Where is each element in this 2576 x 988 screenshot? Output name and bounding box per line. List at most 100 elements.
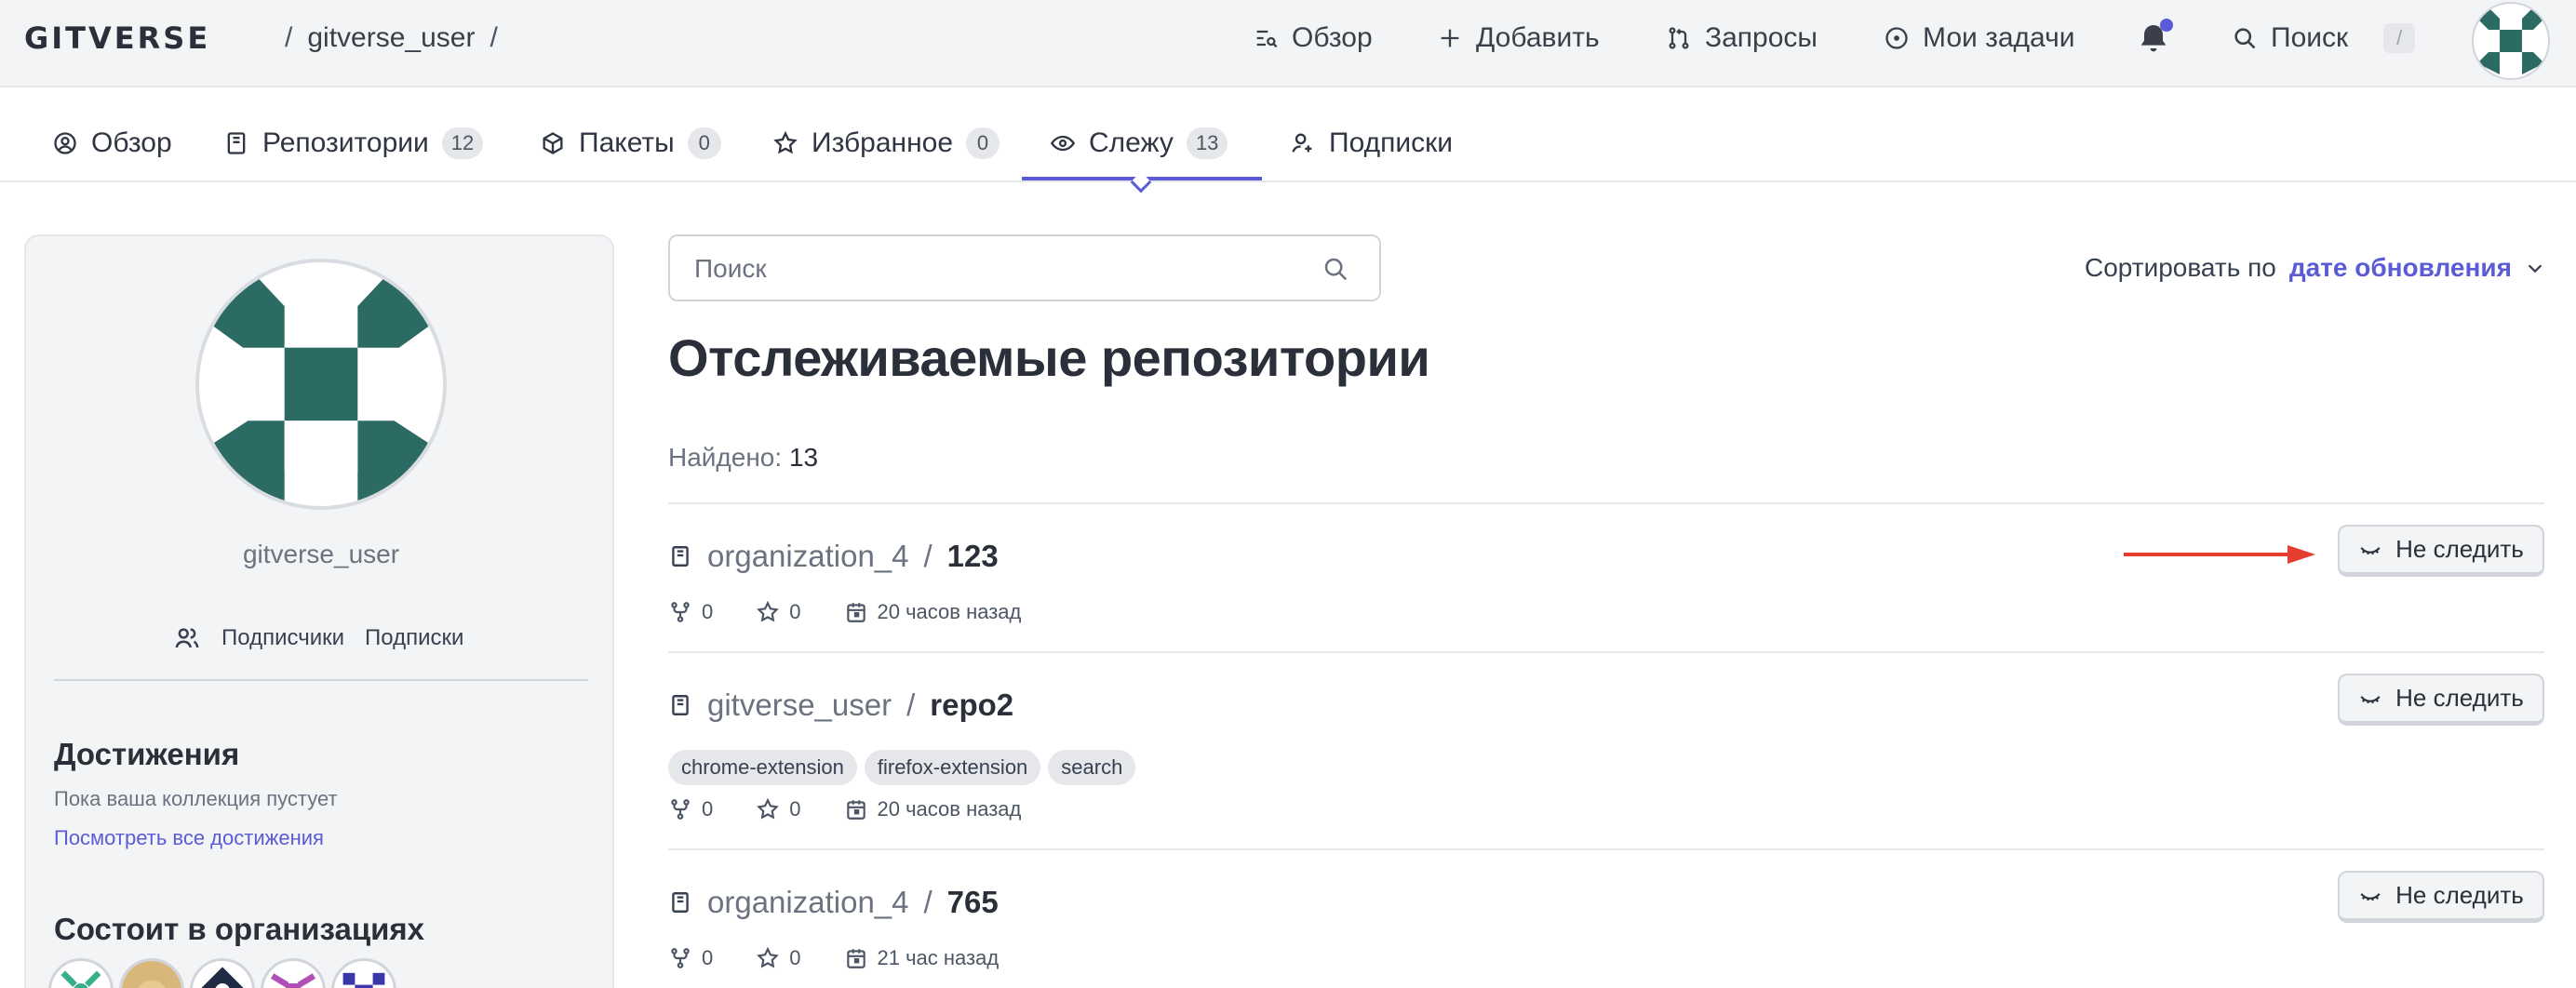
- tab-label: Репозитории: [262, 127, 429, 158]
- fork-count: 0: [702, 797, 714, 821]
- tab-label: Пакеты: [579, 127, 675, 158]
- repo-owner-link[interactable]: organization_4: [707, 885, 909, 920]
- org-avatar[interactable]: [190, 958, 255, 988]
- unwatch-button[interactable]: Не следить: [2338, 871, 2544, 923]
- topic-tag[interactable]: chrome-extension: [668, 750, 857, 785]
- avatar-pattern-icon: [2477, 7, 2544, 74]
- annotation-arrow-icon: [2124, 545, 2315, 564]
- repo-path-separator: /: [923, 539, 932, 573]
- nav-my-tasks[interactable]: Мои задачи: [1884, 17, 2074, 60]
- repo-owner-link[interactable]: gitverse_user: [707, 688, 892, 723]
- tab-label: Подписки: [1329, 127, 1453, 158]
- org-avatar[interactable]: [48, 958, 114, 988]
- eye-closed-icon: [2360, 695, 2381, 703]
- unwatch-button[interactable]: Не следить: [2338, 525, 2544, 577]
- breadcrumb-user[interactable]: gitverse_user: [307, 22, 475, 54]
- user-circle-icon: [54, 132, 76, 154]
- unwatch-button-label: Не следить: [2395, 881, 2524, 909]
- repo-topics: chrome-extension firefox-extension searc…: [668, 750, 1136, 785]
- topic-tag[interactable]: search: [1048, 750, 1136, 785]
- followers-link[interactable]: Подписчики: [221, 625, 344, 651]
- repo-name-link[interactable]: 123: [947, 539, 999, 574]
- users-icon: [175, 628, 199, 648]
- tab-count-badge: 12: [441, 127, 484, 159]
- issue-icon: [1885, 27, 1908, 49]
- list-item: organization_4 / 123 0 0 20 часов назад …: [668, 504, 2544, 653]
- repo-title: organization_4 / 765: [668, 882, 999, 923]
- nav-add-label: Добавить: [1476, 22, 1600, 53]
- fork-count: 0: [702, 946, 714, 969]
- tab-label: Обзор: [91, 127, 172, 158]
- search-icon[interactable]: [1322, 255, 1349, 283]
- following-link[interactable]: Подписки: [365, 625, 463, 651]
- tab-label: Избранное: [812, 127, 954, 158]
- topic-tag[interactable]: firefox-extension: [864, 750, 1041, 785]
- repo-icon: [672, 546, 689, 567]
- tab-label: Слежу: [1089, 127, 1174, 158]
- notification-badge: [2160, 19, 2173, 32]
- repo-search-input[interactable]: [694, 251, 1290, 287]
- overview-icon: [1256, 30, 1278, 48]
- tab-count-badge: 13: [1186, 127, 1228, 159]
- search-shortcut-key: /: [2383, 23, 2416, 53]
- pull-request-icon: [1669, 27, 1689, 49]
- repo-name-link[interactable]: repo2: [930, 688, 1013, 723]
- unwatch-button-label: Не следить: [2395, 535, 2524, 563]
- fork-icon: [671, 948, 690, 968]
- nav-search[interactable]: Поиск /: [2232, 17, 2416, 60]
- updated-time: 20 часов назад: [877, 797, 1022, 821]
- tab-watching[interactable]: Слежу 13: [1050, 125, 1228, 162]
- nav-search-label: Поиск: [2271, 22, 2349, 53]
- calendar-icon: [846, 603, 865, 622]
- achievements-heading: Достижения: [54, 737, 240, 771]
- org-avatar[interactable]: [119, 958, 184, 988]
- repo-path-separator: /: [923, 885, 932, 919]
- gitverse-logo[interactable]: GITVERSE: [24, 22, 210, 54]
- tab-packages[interactable]: Пакеты 0: [540, 125, 721, 162]
- calendar-icon: [846, 949, 865, 968]
- results-count: Найдено: 13: [668, 443, 818, 473]
- star-count: 0: [789, 600, 801, 623]
- all-achievements-link[interactable]: Посмотреть все достижения: [54, 826, 324, 850]
- tab-overview[interactable]: Обзор: [52, 125, 172, 162]
- sort-label: Сортировать по: [2085, 253, 2276, 282]
- org-avatar[interactable]: [331, 958, 396, 988]
- dog-avatar-icon: [122, 961, 181, 988]
- package-icon: [543, 132, 563, 154]
- page-title: Отслеживаемые репозитории: [668, 328, 1430, 387]
- tab-favorites[interactable]: Избранное 0: [772, 125, 1000, 162]
- star-icon: [773, 130, 798, 154]
- repo-search-box[interactable]: [668, 234, 1381, 301]
- profile-tabs: Обзор Репозитории 12 Пакеты 0 Избранное …: [0, 87, 2576, 194]
- unwatch-button[interactable]: Не следить: [2338, 674, 2544, 726]
- user-plus-icon: [1292, 133, 1312, 153]
- nav-overview-label: Обзор: [1292, 22, 1373, 53]
- org-avatar[interactable]: [261, 958, 326, 988]
- user-avatar[interactable]: [2472, 2, 2550, 80]
- star-count: 0: [789, 797, 801, 821]
- nav-requests[interactable]: Запросы: [1666, 17, 1818, 60]
- nav-overview[interactable]: Обзор: [1253, 17, 1373, 60]
- repo-owner-link[interactable]: organization_4: [707, 539, 909, 574]
- book-icon: [227, 132, 246, 154]
- sort-control: Сортировать по дате обновления: [2085, 249, 2545, 287]
- tab-subscriptions[interactable]: Подписки: [1290, 125, 1453, 162]
- star-icon: [757, 797, 780, 820]
- repo-meta: 0 0 20 часов назад: [668, 597, 1021, 627]
- tab-count-badge: 0: [966, 127, 1000, 159]
- profile-username: gitverse_user: [242, 540, 400, 568]
- nav-add[interactable]: Добавить: [1437, 17, 1600, 60]
- tab-repositories[interactable]: Репозитории 12: [223, 125, 484, 162]
- breadcrumb: / gitverse_user /: [285, 19, 498, 58]
- repo-icon: [672, 892, 689, 913]
- org-pattern-icon: [270, 973, 316, 988]
- results-count-value: 13: [788, 443, 819, 472]
- chevron-down-icon[interactable]: [2525, 258, 2545, 278]
- repo-name-link[interactable]: 765: [947, 885, 999, 920]
- fork-count: 0: [702, 600, 714, 623]
- repo-meta: 0 0 21 час назад: [668, 943, 999, 973]
- org-pattern-icon: [193, 961, 252, 988]
- nav-my-tasks-label: Мои задачи: [1923, 22, 2075, 53]
- repo-title: organization_4 / 123: [668, 536, 999, 577]
- sort-dropdown[interactable]: дате обновления: [2289, 253, 2512, 283]
